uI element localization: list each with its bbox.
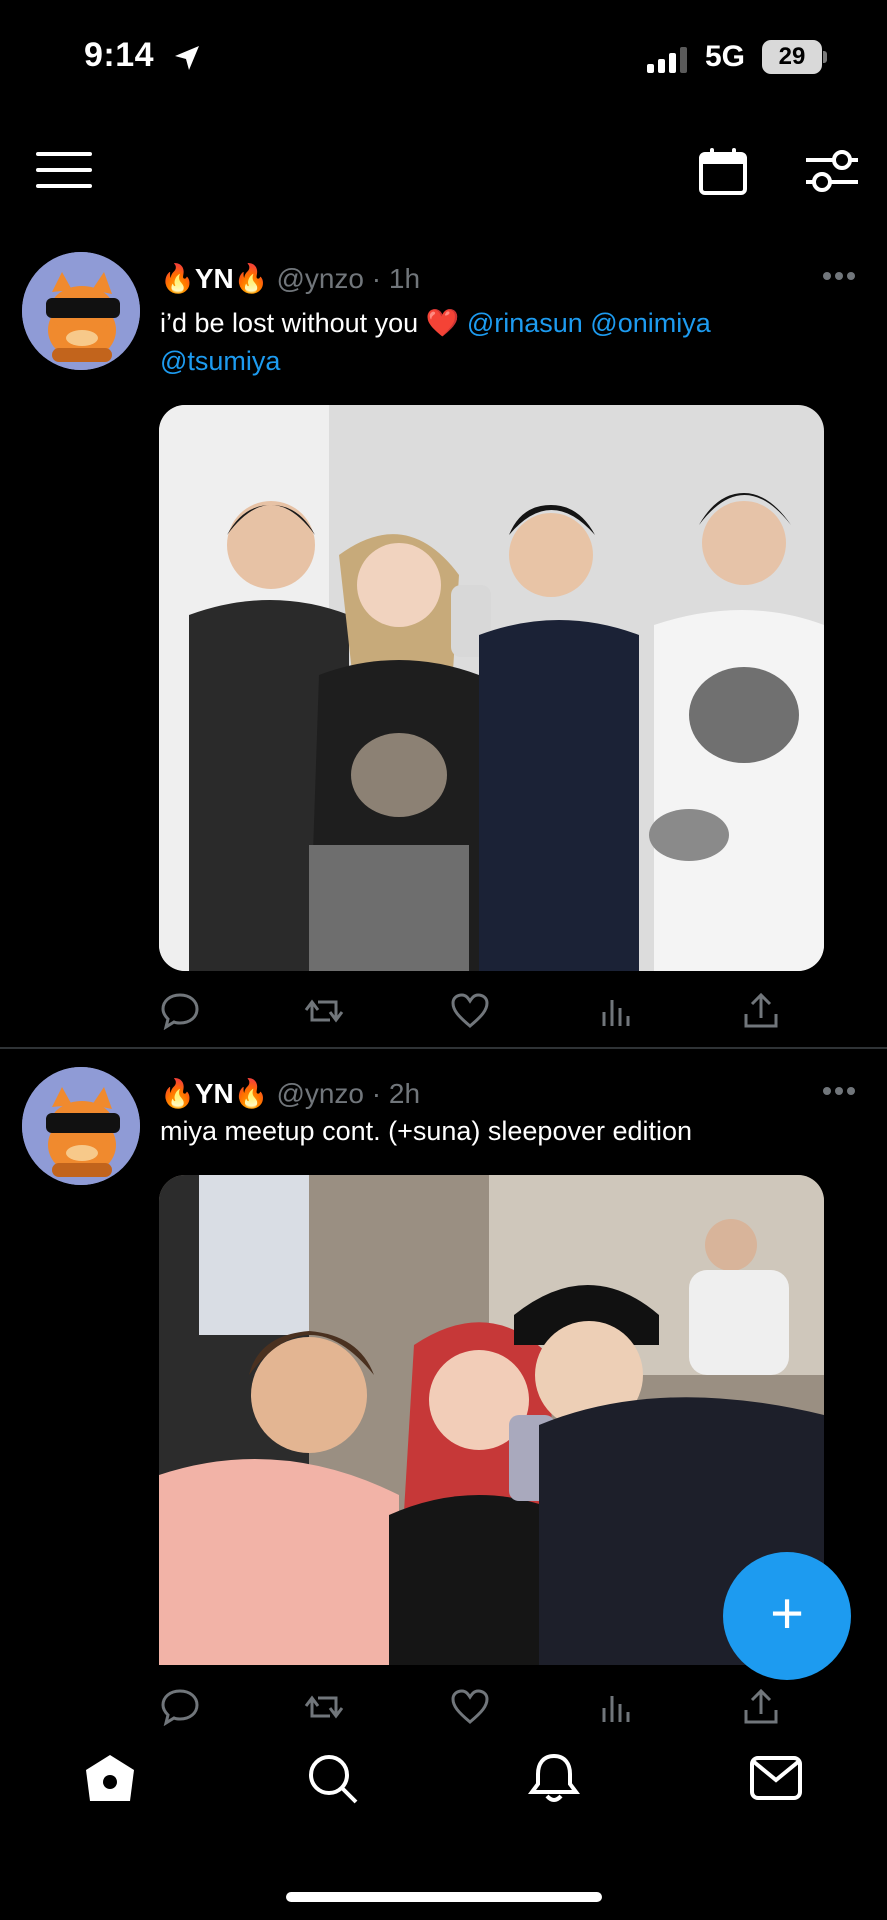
tweet-separator: · [371,263,382,294]
group-photo-image [159,405,824,971]
status-time: 9:14 [84,36,155,74]
search-icon[interactable] [304,1752,360,1804]
more-options-icon[interactable] [822,271,856,281]
calendar-icon[interactable] [698,148,748,196]
retweet-icon[interactable] [304,992,344,1030]
compose-tweet-button[interactable]: + [723,1552,851,1680]
views-icon[interactable] [596,1688,636,1726]
battery-indicator: 29 [762,40,828,76]
name-emoji: 🔥 [160,1078,195,1109]
network-type: 5G [705,40,746,73]
tweet-header: 🔥YN🔥 @ynzo · 2h [160,1077,420,1110]
battery-percent: 29 [778,43,806,70]
plus-icon: + [770,1581,804,1646]
share-icon[interactable] [741,992,781,1030]
home-icon[interactable] [82,1752,138,1804]
mention-link[interactable]: @onimiya [590,308,710,338]
tweet-author-name[interactable]: YN [195,263,234,294]
tweet-photo[interactable] [159,405,824,971]
reply-icon[interactable] [160,1688,200,1726]
heart-emoji: ❤️ [425,308,460,338]
more-options-icon[interactable] [822,1086,856,1096]
share-icon[interactable] [741,1688,781,1726]
tweet-avatar[interactable] [22,252,140,370]
location-arrow-icon [175,46,199,70]
cellular-signal-icon [647,47,687,73]
tweet-time[interactable]: 2h [389,1078,420,1109]
reply-icon[interactable] [160,992,200,1030]
tweet-text: i’d be lost without you ❤️ @rinasun @oni… [160,304,800,380]
menu-icon[interactable] [36,150,92,190]
cat-avatar-icon [22,252,140,370]
name-emoji: 🔥 [233,263,269,294]
tweet-handle[interactable]: @ynzo [276,263,364,294]
tweet-divider [0,1047,887,1049]
notifications-icon[interactable] [526,1752,582,1804]
cat-avatar-icon [22,1067,140,1185]
tweet-body: miya meetup cont. (+suna) sleepover edit… [160,1116,693,1146]
mention-link[interactable]: @rinasun [467,308,583,338]
mention-link[interactable]: @tsumiya [160,346,280,376]
tweet-author-name[interactable]: YN [195,1078,234,1109]
tweet-body: i’d be lost without you [160,308,419,338]
filter-icon[interactable] [806,148,858,194]
tweet-time[interactable]: 1h [389,263,420,294]
tweet-avatar[interactable] [22,1067,140,1185]
views-icon[interactable] [596,992,636,1030]
like-icon[interactable] [450,1688,490,1726]
home-indicator[interactable] [286,1892,602,1902]
retweet-icon[interactable] [304,1688,344,1726]
tweet-header: 🔥YN🔥 @ynzo · 1h [160,262,420,295]
name-emoji: 🔥 [160,263,195,294]
like-icon[interactable] [450,992,490,1030]
tweet-separator: · [371,1078,382,1109]
tweet-handle[interactable]: @ynzo [276,1078,364,1109]
messages-icon[interactable] [748,1752,804,1804]
name-emoji: 🔥 [233,1078,269,1109]
tweet-text: miya meetup cont. (+suna) sleepover edit… [160,1112,800,1150]
